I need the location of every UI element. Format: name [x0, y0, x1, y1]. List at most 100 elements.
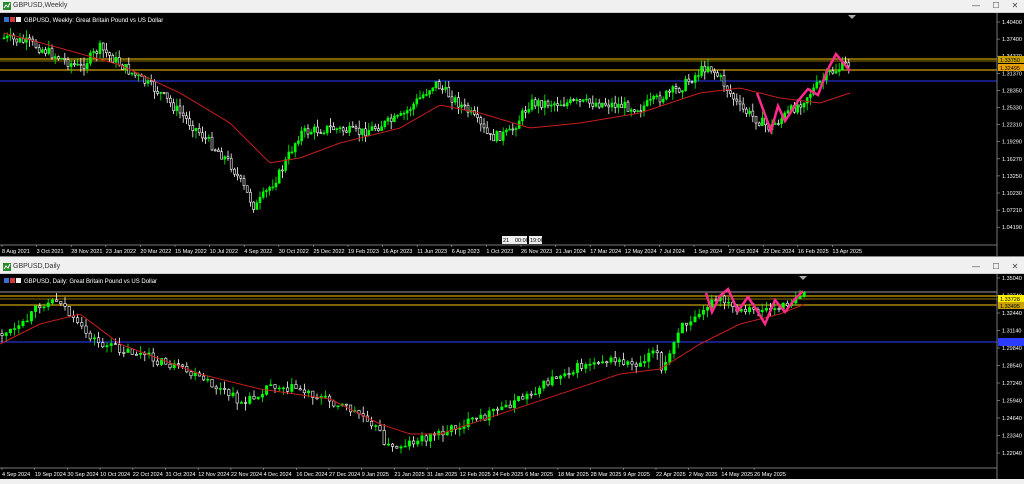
candle-body	[374, 425, 378, 427]
candle-body	[290, 151, 294, 154]
candle-body	[809, 94, 812, 98]
candle-body	[754, 115, 758, 124]
daily-chart-window[interactable]: GBPUSD,Daily — ☐ ✕ GBPUSD, Daily: Great …	[0, 261, 1024, 479]
candle-body	[47, 47, 51, 54]
candle-body	[53, 56, 57, 59]
candle-body	[741, 103, 745, 110]
close-button[interactable]: ✕	[1006, 261, 1024, 273]
weekly-chart[interactable]: GBPUSD, Weekly: Great Britain Pound vs U…	[0, 13, 1024, 256]
candle-body	[63, 58, 67, 60]
candle-body	[773, 308, 777, 310]
candle-body	[450, 96, 454, 103]
candle-body	[175, 105, 179, 111]
candle-body	[596, 362, 600, 364]
date-tick-label: 25 Dec 2022	[313, 249, 344, 255]
date-tick-label: 24 Feb 2025	[493, 472, 524, 478]
candle-body	[59, 301, 63, 304]
candle-body	[508, 128, 511, 131]
candle-body	[256, 396, 260, 400]
chart-shift-marker[interactable]	[848, 15, 856, 19]
daily-time-axis[interactable]: 4 Sep 2024 19 Sep 2024 30 Sep 2024 10 Oct 2…	[1, 468, 786, 478]
candle-body	[50, 47, 54, 59]
chart-shift-marker[interactable]	[799, 276, 807, 280]
candle-body	[204, 137, 207, 140]
candle-body	[18, 38, 22, 43]
candle-body	[98, 42, 102, 54]
candle-body	[341, 127, 345, 132]
minimize-button[interactable]: —	[967, 0, 985, 12]
candle-body	[575, 363, 579, 373]
candle-body	[269, 384, 273, 387]
candle-body	[489, 133, 492, 135]
close-button[interactable]: ✕	[1006, 0, 1024, 12]
candle-body	[210, 137, 214, 151]
date-tick-label: 1 Sep 2024	[694, 249, 722, 255]
candle-body	[713, 70, 716, 74]
weekly-chart-window[interactable]: GBPUSD,Weekly — ☐ ✕ GBPUSD, Weekly: Grea…	[0, 0, 1024, 257]
candle-body	[684, 78, 687, 92]
date-tick-label: 4 Sep 2024	[2, 472, 30, 478]
weekly-title-bar[interactable]: GBPUSD,Weekly — ☐ ✕	[0, 0, 1024, 13]
candle-body	[149, 80, 153, 83]
candle-body	[485, 127, 489, 134]
candle-body	[41, 49, 44, 53]
candle-body	[226, 156, 230, 159]
price-tick-label: 1.16270	[1002, 157, 1022, 163]
date-tick-label: 18 Mar 2025	[558, 472, 589, 478]
candle-body	[281, 169, 284, 172]
date-tick-label: 7 Jul 2024	[659, 249, 684, 255]
minimize-button[interactable]: —	[967, 261, 985, 273]
weekly-time-axis[interactable]: 8 Aug 2021 3 Oct 2021 28 Nov 2021 23 Jan 20…	[1, 245, 862, 255]
candle-body	[239, 402, 243, 404]
candle-body	[421, 94, 425, 98]
candle-body	[281, 387, 285, 390]
price-tick-label: 1.32440	[1002, 311, 1022, 317]
candle-body	[504, 404, 508, 408]
candle-body	[773, 123, 777, 125]
date-tick-label: 27 Dec 2024	[329, 472, 360, 478]
candle-body	[546, 380, 550, 386]
date-tick-label: 12 Feb 2025	[460, 472, 491, 478]
weekly-price-axis[interactable]: 1.404001.374001.343701.313701.283501.253…	[997, 20, 1022, 231]
candle-body	[286, 387, 290, 392]
candle-body	[607, 104, 611, 108]
candle-body	[681, 90, 684, 93]
candle-body	[498, 131, 502, 141]
candle-body	[108, 52, 111, 56]
candle-body	[571, 372, 575, 375]
daily-chart[interactable]: GBPUSD, Daily: Great Britain Pound vs US…	[0, 274, 1024, 479]
candle-body	[399, 113, 403, 116]
daily-title-bar[interactable]: GBPUSD,Daily — ☐ ✕	[0, 261, 1024, 274]
price-tick-label: 1.28540	[1002, 364, 1022, 370]
candle-body	[521, 396, 525, 400]
candle-body	[21, 38, 25, 43]
maximize-button[interactable]: ☐	[987, 261, 1005, 273]
candle-body	[722, 295, 726, 304]
candle-body	[146, 80, 150, 84]
candle-body	[239, 175, 243, 179]
candle-body	[496, 408, 500, 411]
weekly-chart-label: GBPUSD, Weekly: Great Britain Pound vs U…	[24, 18, 163, 24]
candle-body	[697, 75, 700, 77]
candle-body	[159, 92, 163, 94]
candle-body	[626, 361, 630, 365]
candle-body	[617, 103, 620, 108]
candle-body	[727, 301, 731, 304]
candle-body	[189, 371, 193, 377]
candle-body	[412, 103, 415, 110]
candle-body	[802, 102, 806, 108]
candle-body	[732, 93, 735, 100]
price-tick-label: 1.19290	[1002, 140, 1022, 146]
candle-body	[542, 380, 546, 389]
candle-body	[533, 99, 537, 107]
candle-body	[687, 78, 691, 82]
candle-body	[540, 100, 543, 108]
candle-body	[25, 320, 29, 323]
candle-body	[665, 90, 668, 100]
candle-body	[748, 307, 752, 313]
maximize-button[interactable]: ☐	[987, 0, 1005, 12]
candle-body	[633, 109, 636, 112]
candle-body	[777, 308, 781, 310]
candle-body	[462, 426, 466, 429]
date-tick-label: 28 Nov 2021	[71, 249, 102, 255]
